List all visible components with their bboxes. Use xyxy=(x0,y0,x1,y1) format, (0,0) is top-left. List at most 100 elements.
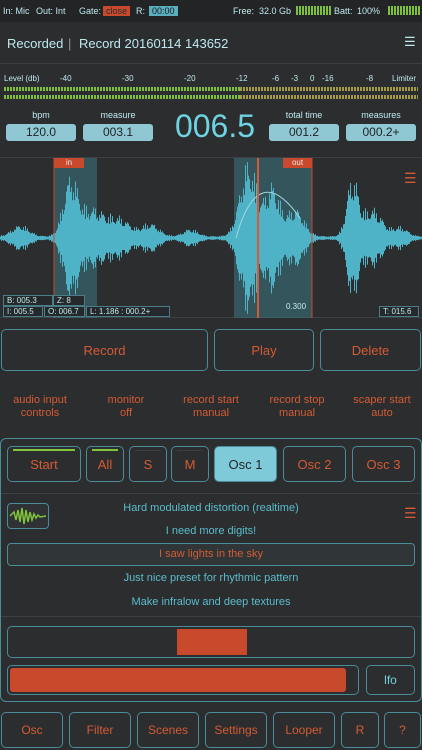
waveform-sample xyxy=(168,235,169,241)
play-button[interactable]: Play xyxy=(214,329,314,371)
option-scaper-start[interactable]: scaper start auto xyxy=(342,394,422,420)
level-tick: -3 xyxy=(291,74,299,83)
in-marker[interactable]: in xyxy=(54,158,84,168)
waveform-sample xyxy=(276,209,277,267)
preset-item[interactable]: I need more digits! xyxy=(0,525,422,537)
waveform-sample xyxy=(125,222,126,254)
position-slider-thumb[interactable] xyxy=(177,629,247,655)
waveform-sample xyxy=(157,231,158,245)
waveform-sample xyxy=(300,217,301,259)
delete-button[interactable]: Delete xyxy=(320,329,421,371)
waveform-sample xyxy=(176,235,177,241)
nav-settings[interactable]: Settings xyxy=(205,712,267,748)
waveform-sample xyxy=(200,235,201,241)
waveform-view[interactable]: in out ☰ 0.300 B: 005.3 Z: 8 I: 005.5 O:… xyxy=(0,157,422,318)
waveform-sample xyxy=(129,226,130,250)
lfo-button[interactable]: lfo xyxy=(366,665,415,695)
waveform-sample xyxy=(269,193,270,283)
waveform-sample xyxy=(270,199,271,277)
waveform-sample xyxy=(73,192,74,284)
waveform-sample xyxy=(214,236,215,240)
waveform-sample xyxy=(401,231,402,245)
option-audio-input[interactable]: audio input controls xyxy=(0,394,80,420)
output-target: Out: Int xyxy=(36,6,66,16)
preset-item[interactable]: Just nice preset for rhythmic pattern xyxy=(0,572,422,584)
header-menu-icon[interactable]: ☰ xyxy=(404,34,416,50)
preset-item[interactable]: Make infralow and deep textures xyxy=(0,596,422,608)
waveform-sample xyxy=(256,183,257,293)
waveform-sample xyxy=(220,236,221,240)
waveform-sample xyxy=(410,234,411,242)
waveform-sample xyxy=(103,214,104,262)
nav-looper[interactable]: Looper xyxy=(273,712,335,748)
waveform-sample xyxy=(271,182,272,294)
waveform-sample xyxy=(344,223,345,253)
tab-m[interactable]: M xyxy=(171,446,209,482)
waveform-sample xyxy=(304,220,305,256)
tab-osc1[interactable]: Osc 1 xyxy=(214,446,277,482)
nav-r[interactable]: R xyxy=(341,712,379,748)
waveform-sample xyxy=(353,200,354,276)
waveform-menu-icon[interactable]: ☰ xyxy=(404,170,417,187)
preset-item-selected[interactable]: I saw lights in the sky xyxy=(0,548,422,560)
waveform-sample xyxy=(108,217,109,259)
waveform-sample xyxy=(20,228,21,248)
position-slider[interactable] xyxy=(7,626,415,658)
waveform-sample xyxy=(99,214,100,262)
waveform-sample xyxy=(392,230,393,246)
tab-osc2[interactable]: Osc 2 xyxy=(283,446,346,482)
tab-osc3[interactable]: Osc 3 xyxy=(352,446,415,482)
waveform-sample xyxy=(358,196,359,280)
waveform-sample xyxy=(60,212,61,264)
waveform-sample xyxy=(391,227,392,249)
level-tick: -6 xyxy=(272,74,280,83)
waveform-sample xyxy=(219,235,220,241)
waveform-sample xyxy=(77,187,78,289)
option-monitor[interactable]: monitor off xyxy=(86,394,166,420)
waveform-sample xyxy=(332,236,333,240)
free-value: 32.0 Gb xyxy=(259,6,292,16)
measure-value[interactable]: 003.1 xyxy=(83,124,153,141)
waveform-sample xyxy=(115,223,116,253)
option-record-stop[interactable]: record stop manual xyxy=(257,394,337,420)
waveform-sample xyxy=(213,236,214,240)
tab-all[interactable]: All xyxy=(86,446,124,482)
nav-scenes[interactable]: Scenes xyxy=(137,712,199,748)
nav-help[interactable]: ? xyxy=(384,712,421,748)
waveform-sample xyxy=(387,229,388,247)
waveform-sample xyxy=(416,236,417,240)
nav-osc[interactable]: Osc xyxy=(1,712,63,748)
option-record-start[interactable]: record start manual xyxy=(171,394,251,420)
waveform-sample xyxy=(164,233,165,243)
waveform-sample xyxy=(265,196,266,280)
level-tick: 0 xyxy=(310,74,315,83)
measures-value[interactable]: 000.2+ xyxy=(346,124,416,141)
preset-item[interactable]: Hard modulated distortion (realtime) xyxy=(0,502,422,514)
waveform-sample xyxy=(101,211,102,265)
waveform-sample xyxy=(324,236,325,240)
waveform-sample xyxy=(76,196,77,280)
waveform-sample xyxy=(248,175,249,301)
tab-start[interactable]: Start xyxy=(7,446,81,482)
waveform-sample xyxy=(288,217,289,259)
waveform-sample xyxy=(413,235,414,241)
bpm-value[interactable]: 120.0 xyxy=(6,124,76,141)
waveform-sample xyxy=(238,203,239,273)
out-marker[interactable]: out xyxy=(283,158,312,168)
waveform-sample xyxy=(266,208,267,268)
level-slider[interactable] xyxy=(7,665,359,695)
waveform-sample xyxy=(378,222,379,254)
waveform-sample xyxy=(372,210,373,266)
total-time-value[interactable]: 001.2 xyxy=(269,124,339,141)
record-button[interactable]: Record xyxy=(1,329,208,371)
waveform-sample xyxy=(85,218,86,258)
waveform-sample xyxy=(377,222,378,254)
waveform-sample xyxy=(259,212,260,264)
nav-filter[interactable]: Filter xyxy=(69,712,131,748)
record-name[interactable]: Record 20160114 143652 xyxy=(79,36,228,51)
waveform-sample xyxy=(390,231,391,245)
waveform-sample xyxy=(249,179,250,297)
waveform-sample xyxy=(225,235,226,241)
waveform-sample xyxy=(275,203,276,273)
tab-s[interactable]: S xyxy=(129,446,167,482)
